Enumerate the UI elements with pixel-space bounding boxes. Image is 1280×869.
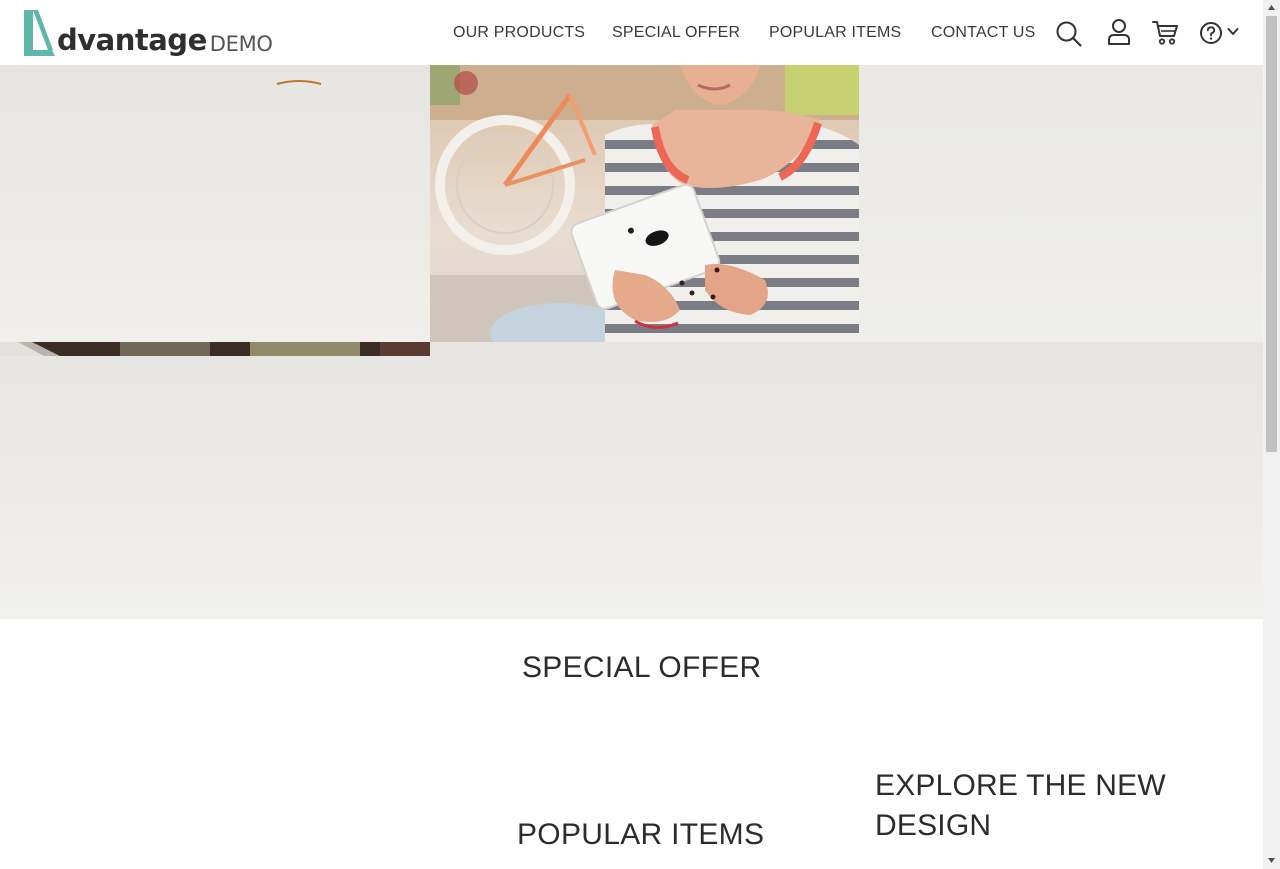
- nav-popular-items[interactable]: POPULAR ITEMS: [769, 24, 901, 42]
- special-offer-heading: SPECIAL OFFER: [522, 651, 762, 684]
- site-header: dvantage DEMO OUR PRODUCTS SPECIAL OFFER…: [0, 0, 1263, 65]
- tablet-photo: [430, 65, 859, 342]
- chevron-down-icon[interactable]: [1227, 27, 1239, 37]
- logo-suffix: DEMO: [209, 32, 273, 56]
- hero-tile-right: [859, 65, 1263, 342]
- hero-bottom-band: [0, 342, 1263, 619]
- user-icon[interactable]: [1107, 18, 1131, 46]
- woman-tablet-image: [430, 65, 859, 342]
- cart-icon[interactable]: [1152, 20, 1180, 46]
- scrollbar-thumb[interactable]: [1266, 16, 1277, 452]
- scroll-up-arrow-icon[interactable]: [1267, 4, 1276, 11]
- logo-word: dvantage: [57, 23, 207, 57]
- popular-items-heading: POPULAR ITEMS: [517, 818, 765, 851]
- nav-contact-us[interactable]: CONTACT US: [931, 24, 1036, 42]
- hero-tile-left: [0, 65, 430, 342]
- product-edge-icon: [276, 80, 322, 85]
- logo-mark-icon: [24, 10, 55, 56]
- page-scrollbar[interactable]: [1263, 0, 1280, 869]
- scroll-down-arrow-icon[interactable]: [1267, 857, 1276, 864]
- hero-banner: [0, 65, 1263, 619]
- nav-special-offer[interactable]: SPECIAL OFFER: [612, 24, 740, 42]
- nav-our-products[interactable]: OUR PRODUCTS: [453, 24, 585, 42]
- hero-strip-image: [0, 342, 430, 356]
- explore-new-design-heading: EXPLORE THE NEW DESIGN: [875, 769, 1166, 842]
- help-icon[interactable]: [1199, 21, 1223, 45]
- search-icon[interactable]: [1055, 20, 1083, 48]
- advantage-logo[interactable]: dvantage DEMO: [22, 10, 273, 56]
